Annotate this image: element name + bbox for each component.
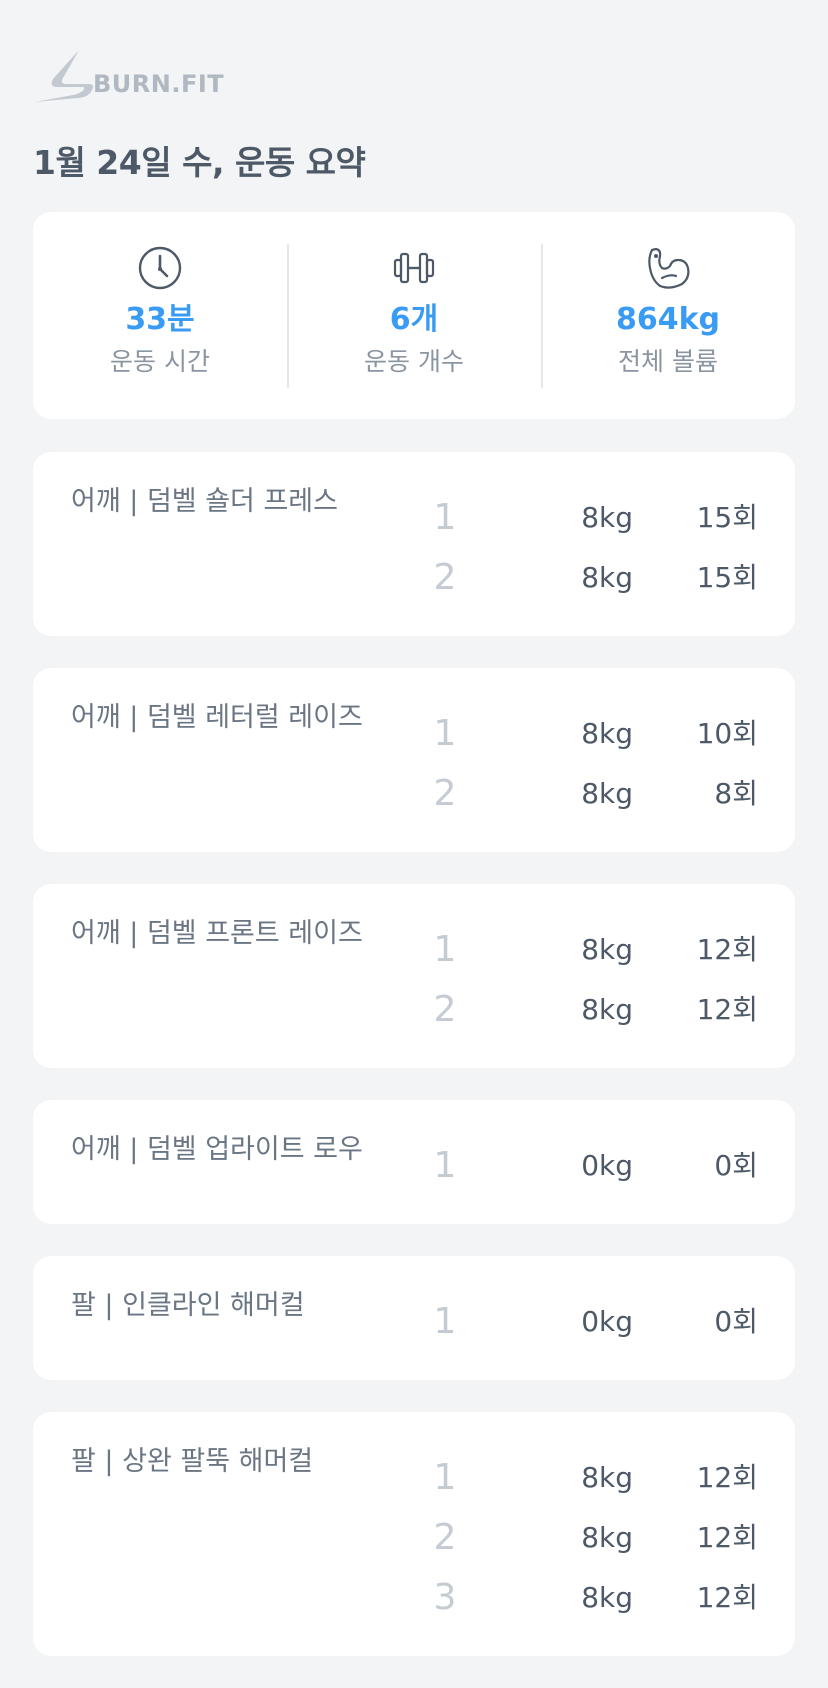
set-reps: 12회 [696, 1521, 758, 1554]
set-number: 3 [433, 1577, 457, 1618]
exercise-name: 팔 | 인클라인 해머컬 [71, 1290, 305, 1321]
stat-label: 전체 볼륨 [618, 346, 718, 376]
summary-card: 33분 운동 시간 6개 운동 개수 864kg 전체 볼륨 [33, 212, 795, 419]
set-weight: 8kg [581, 1521, 633, 1554]
set-number: 2 [433, 989, 457, 1030]
exercise-card[interactable]: 어깨 | 덤벨 레터럴 레이즈 1 8kg 10회 2 8kg 8회 [33, 668, 795, 852]
stat-value: 6개 [389, 301, 439, 337]
stat-total-volume: 864kg 전체 볼륨 [541, 243, 795, 388]
set-number: 1 [433, 929, 457, 970]
exercise-card[interactable]: 어깨 | 덤벨 업라이트 로우 1 0kg 0회 [33, 1100, 795, 1224]
exercise-card[interactable]: 어깨 | 덤벨 프론트 레이즈 1 8kg 12회 2 8kg 12회 [33, 884, 795, 1068]
clock-icon [136, 244, 184, 292]
set-row: 2 8kg 12회 [425, 1508, 795, 1568]
set-row: 2 8kg 12회 [425, 980, 795, 1040]
set-reps: 8회 [714, 777, 758, 810]
set-reps: 12회 [696, 993, 758, 1026]
set-row: 1 8kg 15회 [425, 488, 795, 548]
exercise-name: 어깨 | 덤벨 레터럴 레이즈 [71, 702, 363, 733]
stat-exercise-count: 6개 운동 개수 [287, 243, 541, 388]
set-row: 1 8kg 10회 [425, 704, 795, 764]
set-weight: 0kg [581, 1149, 633, 1182]
set-list: 1 8kg 10회 2 8kg 8회 [425, 704, 795, 824]
exercise-card[interactable]: 팔 | 인클라인 해머컬 1 0kg 0회 [33, 1256, 795, 1380]
set-row: 1 8kg 12회 [425, 920, 795, 980]
set-reps: 0회 [714, 1305, 758, 1338]
set-reps: 15회 [696, 561, 758, 594]
set-row: 2 8kg 8회 [425, 764, 795, 824]
set-weight: 8kg [581, 717, 633, 750]
exercise-card[interactable]: 팔 | 상완 팔뚝 해머컬 1 8kg 12회 2 8kg 12회 3 8kg … [33, 1412, 795, 1656]
set-number: 2 [433, 557, 457, 598]
set-reps: 12회 [696, 1581, 758, 1614]
set-reps: 12회 [696, 933, 758, 966]
exercise-name: 어깨 | 덤벨 숄더 프레스 [71, 486, 338, 517]
set-weight: 8kg [581, 777, 633, 810]
stat-label: 운동 개수 [364, 346, 464, 376]
set-list: 1 0kg 0회 [425, 1292, 795, 1352]
exercise-name: 어깨 | 덤벨 업라이트 로우 [71, 1134, 363, 1165]
set-number: 1 [433, 1145, 457, 1186]
stat-value: 864kg [615, 301, 721, 337]
set-row: 1 8kg 12회 [425, 1448, 795, 1508]
brand-logo: BURN.FIT [33, 48, 253, 106]
set-number: 1 [433, 713, 457, 754]
set-reps: 0회 [714, 1149, 758, 1182]
exercise-name: 팔 | 상완 팔뚝 해머컬 [71, 1446, 314, 1477]
set-list: 1 8kg 12회 2 8kg 12회 3 8kg 12회 [425, 1448, 795, 1628]
set-weight: 8kg [581, 933, 633, 966]
set-weight: 0kg [581, 1305, 633, 1338]
set-weight: 8kg [581, 1581, 633, 1614]
set-weight: 8kg [581, 1461, 633, 1494]
set-weight: 8kg [581, 561, 633, 594]
dumbbell-icon [390, 244, 438, 292]
set-list: 1 0kg 0회 [425, 1136, 795, 1196]
set-number: 1 [433, 497, 457, 538]
burnfit-logo-icon [33, 48, 97, 106]
exercise-card[interactable]: 어깨 | 덤벨 숄더 프레스 1 8kg 15회 2 8kg 15회 [33, 452, 795, 636]
set-number: 1 [433, 1457, 457, 1498]
page-title: 1월 24일 수, 운동 요약 [33, 143, 366, 182]
set-row: 3 8kg 12회 [425, 1568, 795, 1628]
set-reps: 10회 [696, 717, 758, 750]
set-row: 1 0kg 0회 [425, 1136, 795, 1196]
set-list: 1 8kg 15회 2 8kg 15회 [425, 488, 795, 608]
bicep-icon [644, 244, 692, 292]
set-reps: 12회 [696, 1461, 758, 1494]
set-row: 2 8kg 15회 [425, 548, 795, 608]
set-row: 1 0kg 0회 [425, 1292, 795, 1352]
set-reps: 15회 [696, 501, 758, 534]
set-list: 1 8kg 12회 2 8kg 12회 [425, 920, 795, 1040]
set-number: 2 [433, 1517, 457, 1558]
set-number: 2 [433, 773, 457, 814]
stat-label: 운동 시간 [110, 346, 210, 376]
stat-workout-time: 33분 운동 시간 [33, 244, 287, 388]
exercise-name: 어깨 | 덤벨 프론트 레이즈 [71, 918, 363, 949]
set-weight: 8kg [581, 993, 633, 1026]
brand-name: BURN.FIT [93, 70, 225, 98]
set-weight: 8kg [581, 501, 633, 534]
set-number: 1 [433, 1301, 457, 1342]
stat-value: 33분 [125, 301, 195, 337]
